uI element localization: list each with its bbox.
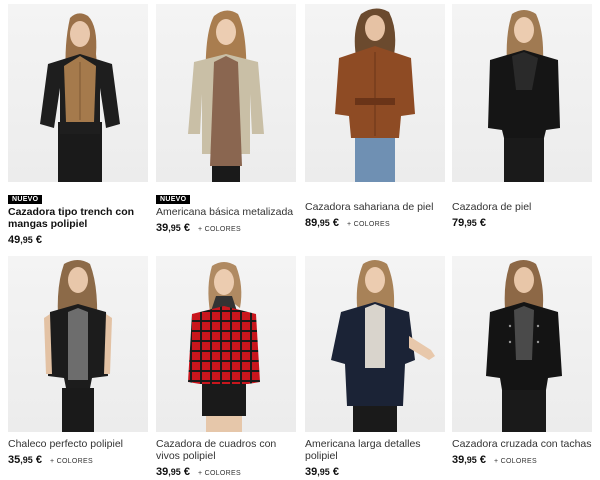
product-photo[interactable] xyxy=(156,4,296,182)
product-card[interactable]: NUEVO Americana básica metalizada 39,95 … xyxy=(156,4,296,234)
product-price: 79,95 € xyxy=(452,217,486,229)
product-price: 49,95 € xyxy=(8,234,42,246)
product-photo[interactable] xyxy=(452,4,592,182)
product-card[interactable]: Cazadora sahariana de piel 89,95 € + COL… xyxy=(305,4,445,229)
product-photo[interactable] xyxy=(305,256,445,432)
product-price: 39,95 € xyxy=(156,222,190,234)
product-card[interactable]: Cazadora de piel 79,95 € xyxy=(452,4,592,229)
product-grid: NUEVO Cazadora tipo trench con mangas po… xyxy=(0,0,600,480)
product-name[interactable]: Cazadora de piel xyxy=(452,201,592,213)
product-name[interactable]: Americana larga detalles polipiel xyxy=(305,438,445,462)
product-photo[interactable] xyxy=(305,4,445,182)
product-price: 39,95 € xyxy=(156,466,190,478)
product-price: 89,95 € xyxy=(305,217,339,229)
product-photo[interactable] xyxy=(8,4,148,182)
more-colors-link[interactable]: + COLORES xyxy=(198,226,241,233)
product-card[interactable]: NUEVO Cazadora tipo trench con mangas po… xyxy=(8,4,148,246)
product-name[interactable]: Cazadora cruzada con tachas xyxy=(452,438,592,450)
product-name[interactable]: Cazadora de cuadros con vivos polipiel xyxy=(156,438,296,462)
product-photo[interactable] xyxy=(156,256,296,432)
product-photo[interactable] xyxy=(8,256,148,432)
product-price: 35,95 € xyxy=(8,454,42,466)
product-name[interactable]: Cazadora sahariana de piel xyxy=(305,201,445,213)
more-colors-link[interactable]: + COLORES xyxy=(50,458,93,465)
product-photo[interactable] xyxy=(452,256,592,432)
new-badge: NUEVO xyxy=(8,195,43,204)
more-colors-link[interactable]: + COLORES xyxy=(347,221,390,228)
product-name[interactable]: Chaleco perfecto polipiel xyxy=(8,438,148,450)
more-colors-link[interactable]: + COLORES xyxy=(198,470,241,477)
more-colors-link[interactable]: + COLORES xyxy=(494,458,537,465)
product-card[interactable]: Chaleco perfecto polipiel 35,95 € + COLO… xyxy=(8,256,148,466)
product-card[interactable]: Cazadora cruzada con tachas 39,95 € + CO… xyxy=(452,256,592,466)
new-badge: NUEVO xyxy=(156,195,191,204)
product-card[interactable]: Cazadora de cuadros con vivos polipiel 3… xyxy=(156,256,296,478)
product-name[interactable]: Americana básica metalizada xyxy=(156,206,296,218)
product-price: 39,95 € xyxy=(452,454,486,466)
product-card[interactable]: Americana larga detalles polipiel 39,95 … xyxy=(305,256,445,478)
product-price: 39,95 € xyxy=(305,466,339,478)
product-name[interactable]: Cazadora tipo trench con mangas polipiel xyxy=(8,206,148,230)
